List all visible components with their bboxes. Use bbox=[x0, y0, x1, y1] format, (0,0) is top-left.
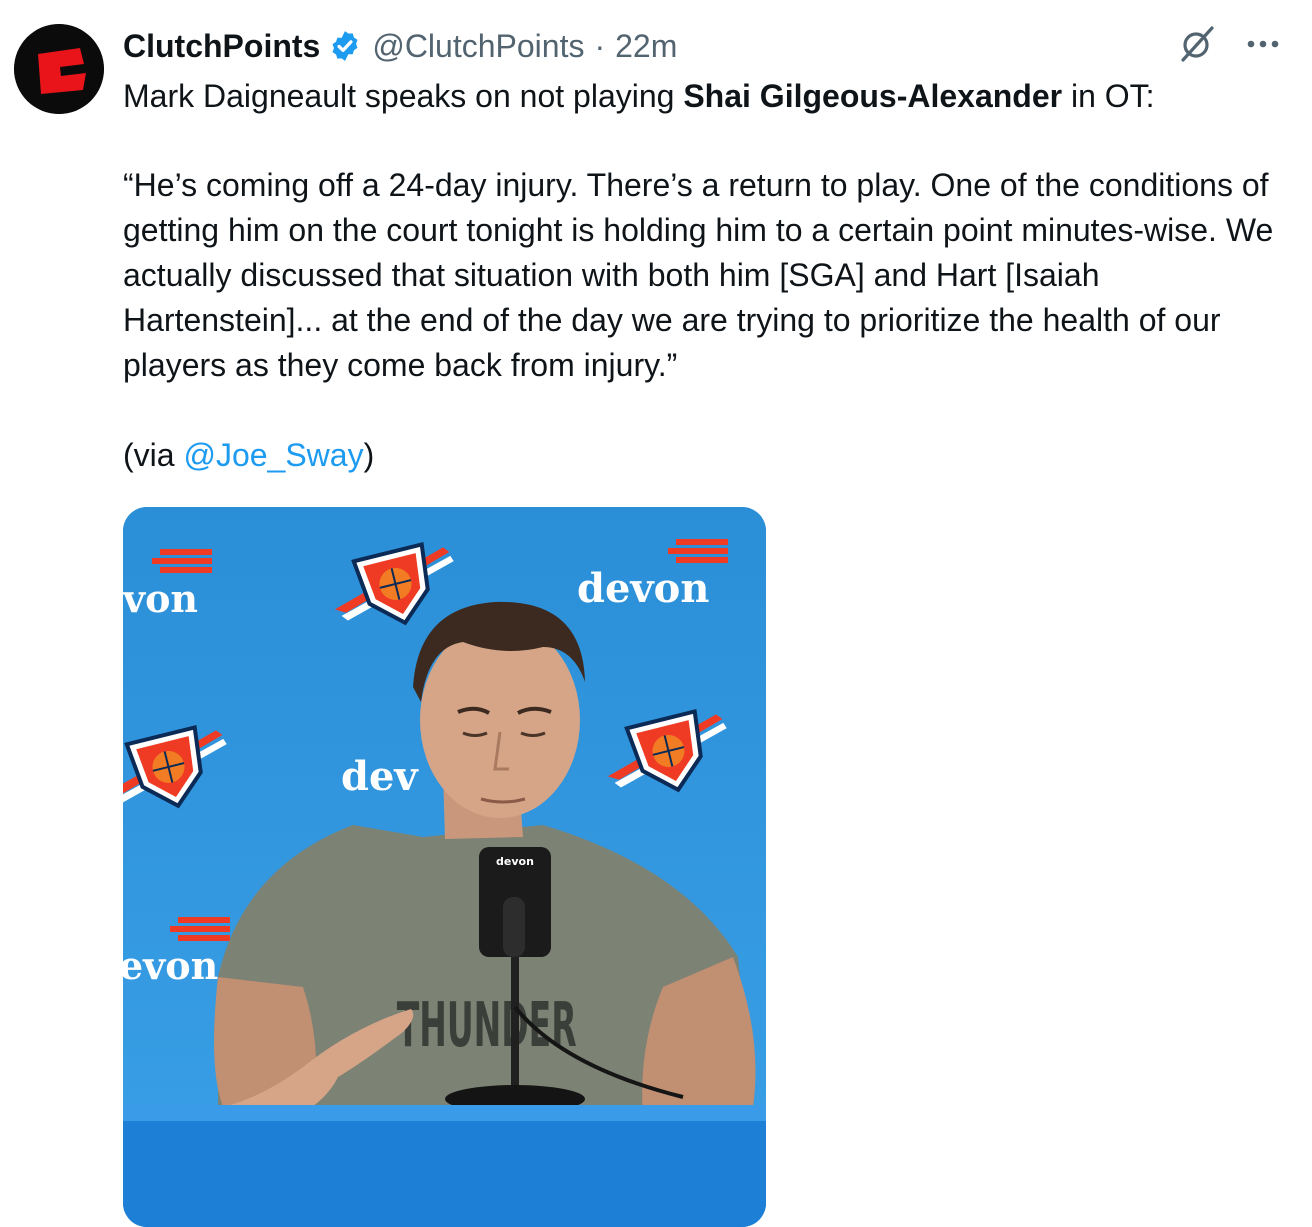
via-suffix: ) bbox=[363, 437, 375, 473]
backdrop-word: von bbox=[123, 576, 198, 621]
intro-prefix: Mark Daigneault speaks on not playing bbox=[123, 78, 684, 114]
via-prefix: (via bbox=[123, 437, 184, 473]
tweet-text: Mark Daigneault speaks on not playing Sh… bbox=[123, 74, 1288, 478]
grok-icon[interactable] bbox=[1177, 24, 1217, 64]
intro-bold-name: Shai Gilgeous-Alexander bbox=[683, 78, 1063, 114]
backdrop-word: evon bbox=[123, 943, 218, 988]
backdrop-word: dev bbox=[341, 753, 419, 800]
clutchpoints-logo-icon: C bbox=[14, 24, 104, 114]
press-conference-image: von devon dev evon THUNDER devon bbox=[123, 507, 766, 1227]
tweet-header: ClutchPoints @ClutchPoints · 22m bbox=[123, 18, 1283, 74]
tweet-intro: Mark Daigneault speaks on not playing Sh… bbox=[123, 74, 1288, 119]
tweet-timestamp[interactable]: 22m bbox=[615, 18, 677, 74]
tweet: ClutchPoints @ClutchPoints · 22m Mark Da… bbox=[123, 18, 1283, 478]
header-separator: · bbox=[594, 28, 606, 64]
tweet-media-photo[interactable]: von devon dev evon THUNDER devon bbox=[123, 507, 766, 1227]
author-display-name[interactable]: ClutchPoints bbox=[123, 18, 320, 74]
verified-badge-icon bbox=[332, 31, 358, 61]
tweet-via: (via @Joe_Sway) bbox=[123, 433, 1288, 478]
more-options-icon[interactable] bbox=[1243, 24, 1283, 64]
tweet-quote: “He’s coming off a 24-day injury. There’… bbox=[123, 167, 1274, 383]
author-avatar[interactable]: C bbox=[14, 24, 104, 114]
header-actions bbox=[1177, 24, 1283, 64]
intro-suffix: in OT: bbox=[1062, 78, 1155, 114]
shirt-text: THUNDER bbox=[397, 989, 577, 1061]
mic-flag-label: devon bbox=[496, 855, 534, 868]
via-mention-link[interactable]: @Joe_Sway bbox=[183, 437, 363, 473]
author-handle[interactable]: @ClutchPoints bbox=[372, 18, 584, 74]
backdrop-word: devon bbox=[577, 565, 709, 612]
